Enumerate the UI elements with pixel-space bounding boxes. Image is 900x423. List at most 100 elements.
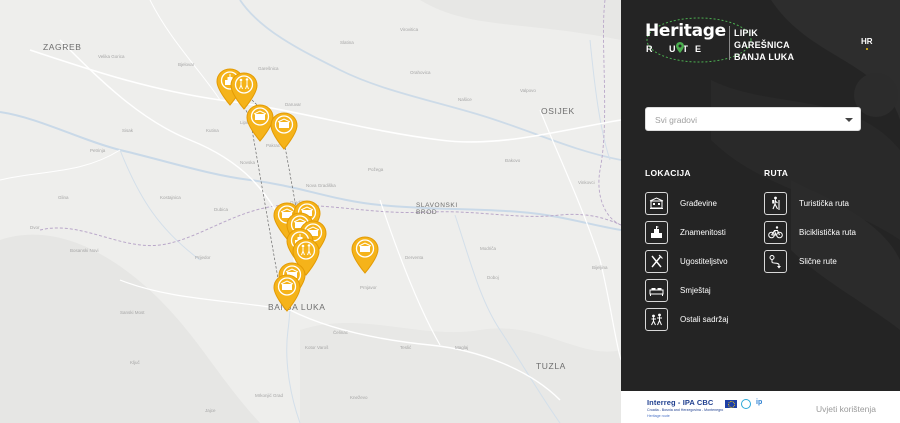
town-label: Požega xyxy=(368,167,384,172)
app-root: ZAGREB OSIJEK SLAVONSKI BROD BANJA LUKA … xyxy=(0,0,900,423)
map-marker[interactable] xyxy=(273,274,301,312)
town-label: Daruvar xyxy=(285,102,302,107)
map-marker-pin-icon xyxy=(351,236,379,274)
city-label-osijek: OSIJEK xyxy=(541,106,575,116)
map-marker[interactable] xyxy=(270,112,298,150)
filter-tourist-route[interactable]: Turistička ruta xyxy=(764,192,874,215)
filter-icon-box xyxy=(645,279,668,302)
hiker-icon xyxy=(772,196,780,210)
filter-label: Ugostiteljstvo xyxy=(680,257,728,266)
other-content-icon xyxy=(651,313,662,326)
town-label: Maglaj xyxy=(455,345,469,350)
city-select[interactable]: Svi gradovi xyxy=(645,107,861,131)
route-city-name: LIPIK xyxy=(734,28,759,38)
map-marker[interactable] xyxy=(351,236,379,274)
town-label: Sisak xyxy=(122,128,134,133)
chevron-down-icon xyxy=(845,118,853,122)
filter-accommodation[interactable]: Smještaj xyxy=(645,279,755,302)
filter-icon-box xyxy=(645,308,668,331)
town-label: Dubica xyxy=(214,207,229,212)
filter-label: Smještaj xyxy=(680,286,711,295)
city-label-zagreb: ZAGREB xyxy=(43,42,82,52)
town-label: Doboj xyxy=(487,275,499,280)
route-icon xyxy=(769,255,781,269)
terms-of-use-link[interactable]: Uvjeti korištenja xyxy=(816,404,876,414)
town-label: Bijeljina xyxy=(592,265,608,270)
town-label: Kutina xyxy=(206,128,219,133)
filter-label: Građevine xyxy=(680,199,717,208)
route-city-name: BANJA LUKA xyxy=(734,52,795,62)
logo-divider xyxy=(729,26,730,60)
town-label: Đakovo xyxy=(505,158,521,163)
town-label: Jajce xyxy=(205,408,216,413)
interreg-logo-text: Interreg - IPA CBC xyxy=(647,398,714,407)
partner-logo-icon xyxy=(741,399,751,409)
town-label: Modriča xyxy=(480,246,497,251)
map-view[interactable]: ZAGREB OSIJEK SLAVONSKI BROD BANJA LUKA … xyxy=(0,0,621,423)
filter-label: Znamenitosti xyxy=(680,228,726,237)
city-label-tuzla: TUZLA xyxy=(536,361,566,371)
town-label: Petrinja xyxy=(90,148,106,153)
city-select-value: Svi gradovi xyxy=(655,115,698,125)
town-label: Dvor xyxy=(30,225,40,230)
filter-icon-box xyxy=(645,250,668,273)
town-label: Mrkonjić Grad xyxy=(255,393,284,398)
route-city-names: LIPIK GAREŠNICA BANJA LUKA xyxy=(734,27,794,63)
bicycle-icon xyxy=(768,226,783,239)
city-label-slavonski-brod: SLAVONSKI BROD xyxy=(416,202,458,216)
filter-label: Ostali sadržaj xyxy=(680,315,729,324)
route-section-title: RUTA xyxy=(764,168,789,178)
town-label: Prijedor xyxy=(195,255,211,260)
town-label: Glina xyxy=(58,195,69,200)
town-label: Orahovica xyxy=(410,70,431,75)
filter-other[interactable]: Ostali sadržaj xyxy=(645,308,755,331)
filter-label: Biciklistička ruta xyxy=(799,228,856,237)
map-marker-pin-icon xyxy=(273,274,301,312)
filter-buildings[interactable]: Građevine xyxy=(645,192,755,215)
language-switch[interactable]: HR xyxy=(861,37,873,46)
town-label: Nova Gradiška xyxy=(306,183,336,188)
eu-flag-icon xyxy=(725,400,737,408)
town-label: Vinkovci xyxy=(578,180,595,185)
filter-label: Turistička ruta xyxy=(799,199,849,208)
partner-ip-logo-icon: ip xyxy=(756,399,763,406)
town-label: Slatina xyxy=(340,40,354,45)
town-label: Bosanski Novi xyxy=(70,248,99,253)
town-label: Ključ xyxy=(130,360,140,365)
map-marker-pin-icon xyxy=(270,112,298,150)
filter-icon-box xyxy=(764,221,787,244)
town-label: Kotor Varoš xyxy=(305,345,329,350)
town-label: Teslić xyxy=(400,345,412,350)
panel-footer: Interreg - IPA CBC Croatia - Bosnia and … xyxy=(621,391,900,423)
language-indicator xyxy=(866,48,868,50)
filter-label: Slične rute xyxy=(799,257,837,266)
town-label: Našice xyxy=(458,97,472,102)
town-label: Čelinac xyxy=(333,330,349,335)
town-label: Garešnica xyxy=(258,66,279,71)
town-label: Virovitica xyxy=(400,27,419,32)
town-label: Prnjavor xyxy=(360,285,377,290)
filter-icon-box xyxy=(645,192,668,215)
landmark-icon xyxy=(651,226,662,238)
filter-landmarks[interactable]: Znamenitosti xyxy=(645,221,755,244)
interreg-subtitle: Croatia - Bosnia and Herzegovina - Monte… xyxy=(647,408,724,412)
side-panel: Heritage R UTE LIPIK GAREŠNICA BANJA LUK… xyxy=(621,0,900,423)
town-label: Derventa xyxy=(405,255,424,260)
route-city-name: GAREŠNICA xyxy=(734,40,790,50)
filter-restaurants[interactable]: Ugostiteljstvo xyxy=(645,250,755,273)
town-label: Kostajnica xyxy=(160,195,181,200)
bed-icon xyxy=(649,288,664,296)
town-label: Valpovo xyxy=(520,88,536,93)
interreg-project-name: Heritage route xyxy=(647,414,670,418)
logo-title: Heritage xyxy=(645,21,726,41)
building-icon xyxy=(649,197,664,209)
town-label: Kneževo xyxy=(350,395,368,400)
filter-bicycle-route[interactable]: Biciklistička ruta xyxy=(764,221,879,244)
filter-similar-routes[interactable]: Slične rute xyxy=(764,250,874,273)
town-label: Novska xyxy=(240,160,256,165)
town-label: Sanski Most xyxy=(120,310,145,315)
fork-knife-icon xyxy=(651,254,663,268)
filter-icon-box xyxy=(764,192,787,215)
map-pin-icon xyxy=(676,42,684,53)
filter-icon-box xyxy=(764,250,787,273)
